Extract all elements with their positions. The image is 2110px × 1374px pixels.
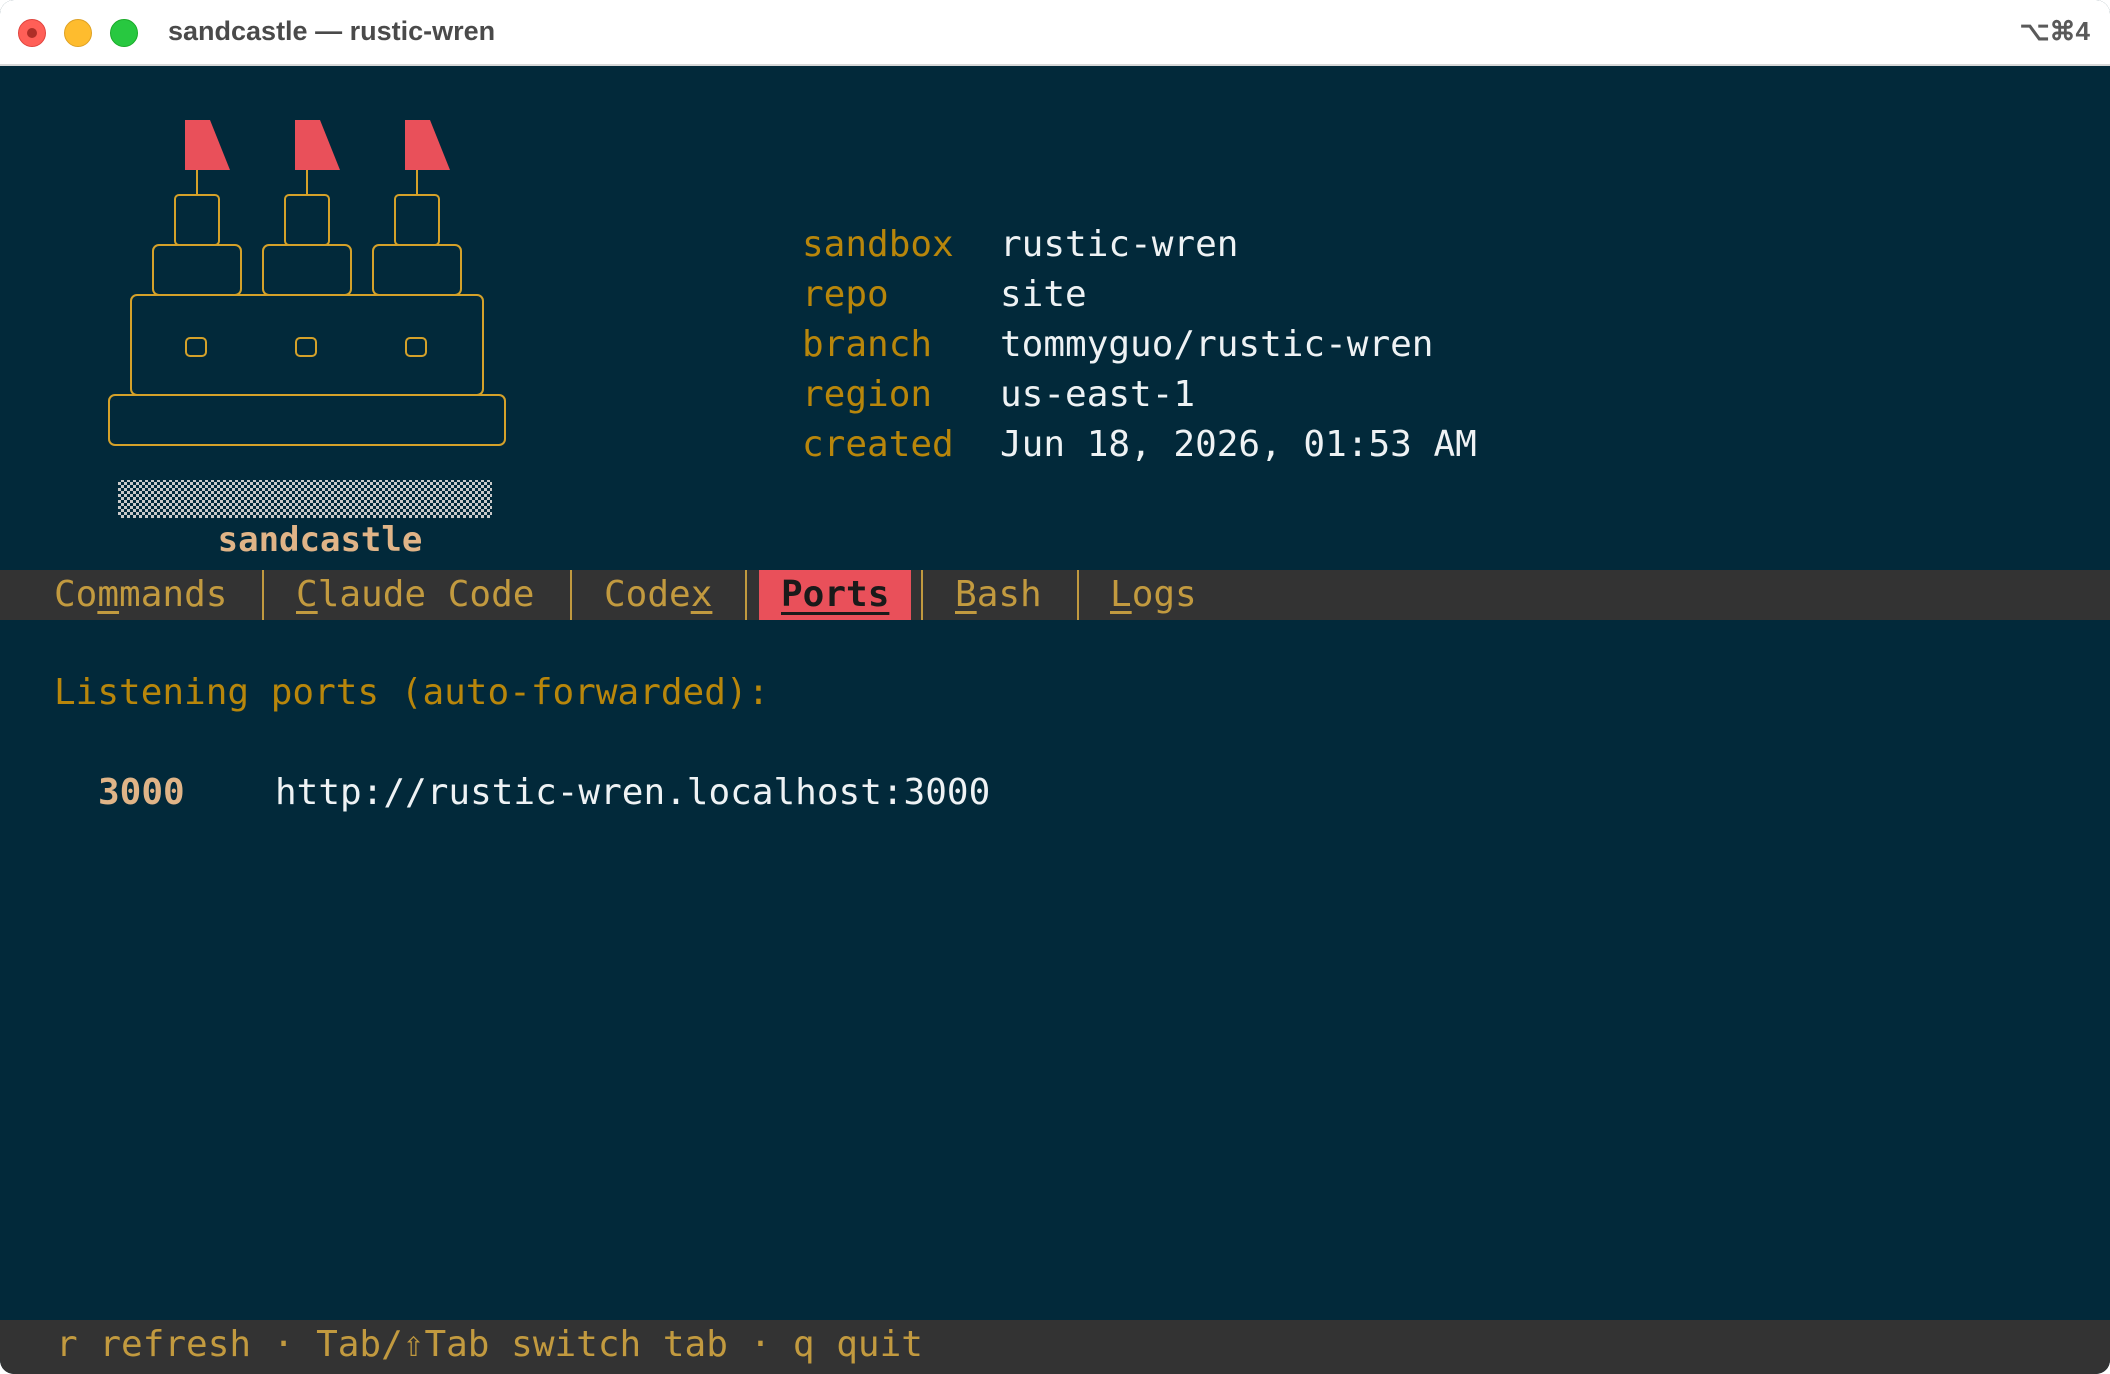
info-value: tommyguo/rustic-wren <box>1000 324 1434 365</box>
info-row-region: region us-east-1 <box>802 370 1477 420</box>
info-value: site <box>1000 274 1087 315</box>
window-title: sandcastle — rustic-wren <box>168 16 496 46</box>
info-value: rustic-wren <box>1000 224 1239 265</box>
status-bar: r refresh · Tab/⇧Tab switch tab · q quit <box>0 1320 2110 1374</box>
keybinding-hints: r refresh · Tab/⇧Tab switch tab · q quit <box>56 1324 923 1365</box>
terminal-window: sandcastle — rustic-wren ⌥⌘4 sandcastle … <box>0 0 2110 1374</box>
ports-heading: Listening ports (auto-forwarded): <box>54 672 770 713</box>
flag-icon <box>185 120 450 170</box>
tab-ports[interactable]: Ports <box>759 570 912 620</box>
info-value: Jun 18, 2026, 01:53 AM <box>1000 424 1477 465</box>
port-url-link[interactable]: http://rustic-wren.localhost:3000 <box>275 772 990 813</box>
tab-commands[interactable]: Commands <box>54 570 227 620</box>
port-number: 3000 <box>98 772 185 813</box>
window-shortcut: ⌥⌘4 <box>2019 16 2090 46</box>
tab-bash[interactable]: Bash <box>955 570 1042 620</box>
info-key: sandbox <box>802 224 954 265</box>
info-key: created <box>802 424 954 465</box>
info-row-sandbox: sandbox rustic-wren <box>802 220 1477 270</box>
info-key: repo <box>802 274 889 315</box>
info-value: us-east-1 <box>1000 374 1196 415</box>
sandbox-info: sandbox rustic-wren repo site branch tommyg… <box>802 220 1477 470</box>
tab-codex[interactable]: Codex <box>604 570 712 620</box>
info-row-repo: repo site <box>802 270 1477 320</box>
tab-separator <box>921 570 923 620</box>
minimize-window-button[interactable] <box>64 19 92 47</box>
title-bar: sandcastle — rustic-wren ⌥⌘4 <box>0 0 2110 66</box>
tab-separator <box>262 570 264 620</box>
tab-claude-code[interactable]: Claude Code <box>296 570 534 620</box>
info-key: region <box>802 374 933 415</box>
info-row-branch: branch tommyguo/rustic-wren <box>802 320 1477 370</box>
info-row-created: created Jun 18, 2026, 01:53 AM <box>802 420 1477 470</box>
tab-logs[interactable]: Logs <box>1110 570 1197 620</box>
castle-logo <box>108 120 506 518</box>
close-window-button[interactable] <box>18 19 46 47</box>
brand-name: sandcastle <box>217 520 423 560</box>
maximize-window-button[interactable] <box>110 19 138 47</box>
tab-separator <box>745 570 747 620</box>
tab-bar: Commands Claude Code Codex Ports Bash Lo… <box>0 570 2110 620</box>
info-key: branch <box>802 324 933 365</box>
tab-separator <box>1077 570 1079 620</box>
tab-separator <box>570 570 572 620</box>
